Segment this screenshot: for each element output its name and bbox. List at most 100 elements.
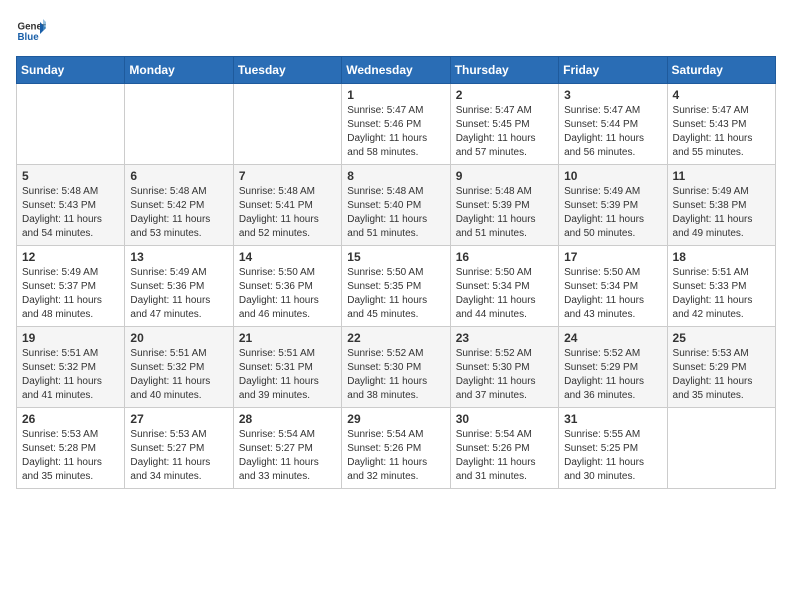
calendar-cell: 21 Sunrise: 5:51 AMSunset: 5:31 PMDayligh… bbox=[233, 327, 341, 408]
cell-text: Daylight: 11 hours and 52 minutes. bbox=[239, 213, 336, 241]
calendar-cell: 27Sunrise: 5:53 AMSunset: 5:27 PMDayligh… bbox=[125, 408, 233, 489]
cell-text: Sunrise: 5:52 AM bbox=[347, 347, 444, 361]
day-number: 9 bbox=[456, 169, 553, 183]
cell-text: Sunrise: 5:48 AM bbox=[456, 185, 553, 199]
day-header-thursday: Thursday bbox=[450, 57, 558, 84]
cell-text: Sunrise: 5:48 AM bbox=[22, 185, 119, 199]
page-header: General Blue bbox=[16, 16, 776, 46]
calendar-cell: 8Sunrise: 5:48 AMSunset: 5:40 PMDaylight… bbox=[342, 165, 450, 246]
calendar-cell bbox=[233, 84, 341, 165]
cell-text: Sunrise: 5:49 AM bbox=[130, 266, 227, 280]
calendar-week-5: 26Sunrise: 5:53 AMSunset: 5:28 PMDayligh… bbox=[17, 408, 776, 489]
cell-text: Daylight: 11 hours and 43 minutes. bbox=[564, 294, 661, 322]
day-number: 22 bbox=[347, 331, 444, 345]
cell-text: Daylight: 11 hours and 35 minutes. bbox=[673, 375, 770, 403]
cell-text: Sunset: 5:39 PM bbox=[456, 199, 553, 213]
calendar-cell: 12 Sunrise: 5:49 AMSunset: 5:37 PMDayligh… bbox=[17, 246, 125, 327]
cell-text: Sunrise: 5:48 AM bbox=[130, 185, 227, 199]
cell-text: Daylight: 11 hours and 58 minutes. bbox=[347, 132, 444, 160]
calendar-cell bbox=[125, 84, 233, 165]
calendar-cell: 13Sunrise: 5:49 AMSunset: 5:36 PMDayligh… bbox=[125, 246, 233, 327]
cell-text: Sunrise: 5:51 AM bbox=[239, 347, 336, 361]
cell-text: Sunset: 5:34 PM bbox=[564, 280, 661, 294]
cell-text: Daylight: 11 hours and 55 minutes. bbox=[673, 132, 770, 160]
cell-text: Daylight: 11 hours and 53 minutes. bbox=[130, 213, 227, 241]
day-number: 4 bbox=[673, 88, 770, 102]
cell-text: Sunrise: 5:50 AM bbox=[239, 266, 336, 280]
cell-text: Sunrise: 5:52 AM bbox=[456, 347, 553, 361]
cell-text: Sunset: 5:34 PM bbox=[456, 280, 553, 294]
calendar-cell: 19Sunrise: 5:51 AMSunset: 5:32 PMDayligh… bbox=[17, 327, 125, 408]
cell-text: Sunrise: 5:47 AM bbox=[347, 104, 444, 118]
cell-text: Sunset: 5:30 PM bbox=[456, 361, 553, 375]
cell-text: Sunset: 5:42 PM bbox=[130, 199, 227, 213]
calendar-cell: 24Sunrise: 5:52 AMSunset: 5:29 PMDayligh… bbox=[559, 327, 667, 408]
calendar-week-1: 1Sunrise: 5:47 AMSunset: 5:46 PMDaylight… bbox=[17, 84, 776, 165]
day-number: 3 bbox=[564, 88, 661, 102]
cell-text: Daylight: 11 hours and 48 minutes. bbox=[22, 294, 119, 322]
cell-text: Sunset: 5:31 PM bbox=[239, 361, 336, 375]
calendar-cell: 25Sunrise: 5:53 AMSunset: 5:29 PMDayligh… bbox=[667, 327, 775, 408]
cell-text: Daylight: 11 hours and 45 minutes. bbox=[347, 294, 444, 322]
cell-text: Sunset: 5:36 PM bbox=[239, 280, 336, 294]
cell-text: Daylight: 11 hours and 36 minutes. bbox=[564, 375, 661, 403]
cell-text: Daylight: 11 hours and 38 minutes. bbox=[347, 375, 444, 403]
day-number: 20 bbox=[130, 331, 227, 345]
calendar: SundayMondayTuesdayWednesdayThursdayFrid… bbox=[16, 56, 776, 489]
calendar-cell: 26Sunrise: 5:53 AMSunset: 5:28 PMDayligh… bbox=[17, 408, 125, 489]
day-number: 16 bbox=[456, 250, 553, 264]
calendar-cell bbox=[667, 408, 775, 489]
calendar-cell: 31Sunrise: 5:55 AMSunset: 5:25 PMDayligh… bbox=[559, 408, 667, 489]
day-number: 21 bbox=[239, 331, 336, 345]
calendar-cell bbox=[17, 84, 125, 165]
cell-text: Daylight: 11 hours and 37 minutes. bbox=[456, 375, 553, 403]
cell-text: Daylight: 11 hours and 30 minutes. bbox=[564, 456, 661, 484]
cell-text: Sunrise: 5:52 AM bbox=[564, 347, 661, 361]
cell-text: Sunrise: 5:50 AM bbox=[456, 266, 553, 280]
day-number: 10 bbox=[564, 169, 661, 183]
cell-text: Sunset: 5:37 PM bbox=[22, 280, 119, 294]
cell-text: Daylight: 11 hours and 56 minutes. bbox=[564, 132, 661, 160]
calendar-cell: 17Sunrise: 5:50 AMSunset: 5:34 PMDayligh… bbox=[559, 246, 667, 327]
day-number: 25 bbox=[673, 331, 770, 345]
cell-text: Sunrise: 5:54 AM bbox=[239, 428, 336, 442]
cell-text: Sunset: 5:27 PM bbox=[239, 442, 336, 456]
cell-text: Daylight: 11 hours and 49 minutes. bbox=[673, 213, 770, 241]
cell-text: Sunset: 5:44 PM bbox=[564, 118, 661, 132]
day-number: 27 bbox=[130, 412, 227, 426]
day-header-saturday: Saturday bbox=[667, 57, 775, 84]
cell-text: Sunrise: 5:51 AM bbox=[22, 347, 119, 361]
cell-text: Sunrise: 5:49 AM bbox=[22, 266, 119, 280]
cell-text: Sunset: 5:43 PM bbox=[673, 118, 770, 132]
cell-text: Sunrise: 5:54 AM bbox=[347, 428, 444, 442]
calendar-cell: 11Sunrise: 5:49 AMSunset: 5:38 PMDayligh… bbox=[667, 165, 775, 246]
cell-text: Daylight: 11 hours and 57 minutes. bbox=[456, 132, 553, 160]
cell-text: Daylight: 11 hours and 41 minutes. bbox=[22, 375, 119, 403]
cell-text: Sunset: 5:45 PM bbox=[456, 118, 553, 132]
day-number: 11 bbox=[673, 169, 770, 183]
day-number: 14 bbox=[239, 250, 336, 264]
cell-text: Sunset: 5:26 PM bbox=[456, 442, 553, 456]
calendar-cell: 4Sunrise: 5:47 AMSunset: 5:43 PMDaylight… bbox=[667, 84, 775, 165]
cell-text: Sunset: 5:29 PM bbox=[673, 361, 770, 375]
cell-text: Sunset: 5:35 PM bbox=[347, 280, 444, 294]
day-header-wednesday: Wednesday bbox=[342, 57, 450, 84]
cell-text: Daylight: 11 hours and 33 minutes. bbox=[239, 456, 336, 484]
day-number: 23 bbox=[456, 331, 553, 345]
cell-text: Sunset: 5:36 PM bbox=[130, 280, 227, 294]
cell-text: Sunrise: 5:50 AM bbox=[564, 266, 661, 280]
day-number: 12 bbox=[22, 250, 119, 264]
cell-text: Sunset: 5:32 PM bbox=[130, 361, 227, 375]
cell-text: Sunset: 5:43 PM bbox=[22, 199, 119, 213]
cell-text: Daylight: 11 hours and 39 minutes. bbox=[239, 375, 336, 403]
cell-text: Sunset: 5:33 PM bbox=[673, 280, 770, 294]
cell-text: Sunrise: 5:48 AM bbox=[347, 185, 444, 199]
day-number: 28 bbox=[239, 412, 336, 426]
cell-text: Sunset: 5:25 PM bbox=[564, 442, 661, 456]
calendar-cell: 18Sunrise: 5:51 AMSunset: 5:33 PMDayligh… bbox=[667, 246, 775, 327]
cell-text: Daylight: 11 hours and 44 minutes. bbox=[456, 294, 553, 322]
logo-icon: General Blue bbox=[16, 16, 46, 46]
day-number: 2 bbox=[456, 88, 553, 102]
cell-text: Sunset: 5:40 PM bbox=[347, 199, 444, 213]
cell-text: Sunrise: 5:53 AM bbox=[22, 428, 119, 442]
